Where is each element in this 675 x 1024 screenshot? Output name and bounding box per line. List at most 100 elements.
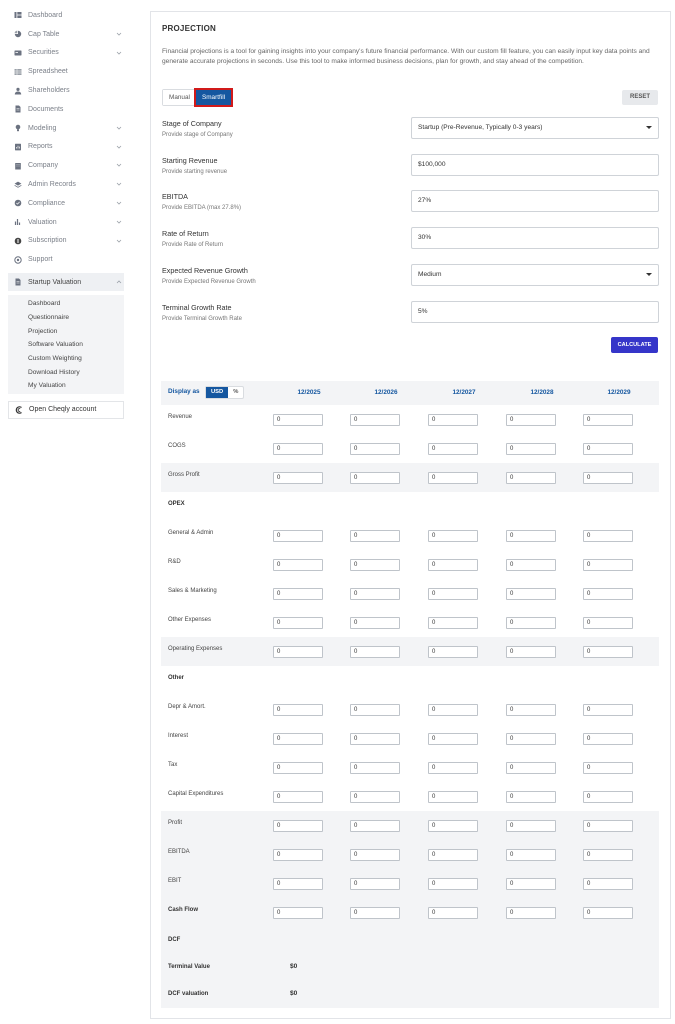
value-input[interactable]: 0 [506,588,556,600]
value-input[interactable]: 0 [350,733,400,745]
value-input[interactable]: 0 [350,559,400,571]
value-input[interactable]: 0 [583,704,633,716]
value-input[interactable]: 0 [506,414,556,426]
usd-toggle-button[interactable]: USD [206,387,229,398]
sidebar-item-spreadsheet[interactable]: Spreadsheet [8,62,124,81]
value-input[interactable]: 0 [583,472,633,484]
value-input[interactable]: 0 [583,733,633,745]
sidebar-item-admin-records[interactable]: Admin Records [8,175,124,194]
value-input[interactable]: 0 [350,820,400,832]
value-input[interactable]: 0 [350,704,400,716]
sidebar-item-startup-valuation[interactable]: Startup Valuation [8,273,124,292]
value-input[interactable]: 0 [583,414,633,426]
calculate-button[interactable]: CALCULATE [611,337,658,353]
value-input[interactable]: 0 [583,878,633,890]
value-input[interactable]: 0 [428,588,478,600]
sidebar-item-company[interactable]: Company [8,156,124,175]
value-input[interactable]: 0 [506,762,556,774]
value-input[interactable]: 0 [583,762,633,774]
value-input[interactable]: 0 [273,588,323,600]
value-input[interactable]: 0 [350,472,400,484]
value-input[interactable]: 0 [428,646,478,658]
value-input[interactable]: 0 [506,559,556,571]
value-input[interactable]: 0 [428,617,478,629]
value-input[interactable]: 0 [428,530,478,542]
value-input[interactable]: 0 [428,443,478,455]
value-input[interactable]: 0 [350,849,400,861]
value-input[interactable]: 0 [583,820,633,832]
value-input[interactable]: 0 [428,704,478,716]
sidebar-item-support[interactable]: Support [8,250,124,269]
sidebar-item-valuation[interactable]: Valuation [8,213,124,232]
submenu-item-custom-weighting[interactable]: Custom Weighting [8,352,124,366]
value-input[interactable]: 0 [428,849,478,861]
value-input[interactable]: 0 [350,414,400,426]
value-input[interactable]: 0 [506,733,556,745]
value-input[interactable]: 0 [583,443,633,455]
value-input[interactable]: 0 [583,646,633,658]
value-input[interactable]: 0 [273,530,323,542]
value-input[interactable]: 0 [583,849,633,861]
value-input[interactable]: 0 [273,791,323,803]
value-input[interactable]: 0 [273,704,323,716]
sidebar-item-reports[interactable]: Reports [8,138,124,157]
submenu-item-questionnaire[interactable]: Questionnaire [8,311,124,325]
value-input[interactable]: 0 [273,733,323,745]
value-input[interactable]: 0 [273,443,323,455]
submenu-item-my-valuation[interactable]: My Valuation [8,379,124,393]
value-input[interactable]: 0 [350,646,400,658]
stage-of-company-select[interactable]: Startup (Pre-Revenue, Typically 0-3 year… [411,117,659,139]
submenu-item-download-history[interactable]: Download History [8,366,124,380]
value-input[interactable]: 0 [273,414,323,426]
value-input[interactable]: 0 [350,530,400,542]
value-input[interactable]: 0 [273,617,323,629]
value-input[interactable]: 0 [428,791,478,803]
percent-toggle-button[interactable]: % [228,387,243,398]
sidebar-item-securities[interactable]: Securities [8,44,124,63]
value-input[interactable]: 0 [428,559,478,571]
value-input[interactable]: 0 [350,588,400,600]
terminal-growth-rate-input[interactable]: 5% [411,301,659,323]
value-input[interactable]: 0 [273,472,323,484]
value-input[interactable]: 0 [273,559,323,571]
value-input[interactable]: 0 [428,907,478,919]
sidebar-item-shareholders[interactable]: Shareholders [8,81,124,100]
value-input[interactable]: 0 [273,646,323,658]
value-input[interactable]: 0 [428,762,478,774]
value-input[interactable]: 0 [273,820,323,832]
value-input[interactable]: 0 [350,443,400,455]
value-input[interactable]: 0 [350,878,400,890]
value-input[interactable]: 0 [506,472,556,484]
value-input[interactable]: 0 [273,907,323,919]
sidebar-item-modeling[interactable]: Modeling [8,119,124,138]
value-input[interactable]: 0 [273,878,323,890]
value-input[interactable]: 0 [506,617,556,629]
value-input[interactable]: 0 [428,820,478,832]
rate-of-return-input[interactable]: 30% [411,227,659,249]
value-input[interactable]: 0 [506,704,556,716]
manual-mode-button[interactable]: Manual [163,90,196,105]
value-input[interactable]: 0 [350,791,400,803]
value-input[interactable]: 0 [506,443,556,455]
sidebar-item-cap-table[interactable]: Cap Table [8,25,124,44]
value-input[interactable]: 0 [583,791,633,803]
value-input[interactable]: 0 [506,878,556,890]
sidebar-item-documents[interactable]: Documents [8,100,124,119]
value-input[interactable]: 0 [350,907,400,919]
ebitda-input[interactable]: 27% [411,190,659,212]
submenu-item-dashboard[interactable]: Dashboard [8,297,124,311]
value-input[interactable]: 0 [506,849,556,861]
submenu-item-projection[interactable]: Projection [8,325,124,339]
value-input[interactable]: 0 [583,530,633,542]
value-input[interactable]: 0 [506,791,556,803]
expected-revenue-growth-select[interactable]: Medium [411,264,659,286]
sidebar-item-subscription[interactable]: Subscription [8,232,124,251]
value-input[interactable]: 0 [273,849,323,861]
value-input[interactable]: 0 [428,472,478,484]
value-input[interactable]: 0 [350,762,400,774]
value-input[interactable]: 0 [428,733,478,745]
value-input[interactable]: 0 [583,617,633,629]
value-input[interactable]: 0 [428,414,478,426]
value-input[interactable]: 0 [506,530,556,542]
open-cheqly-account-button[interactable]: Open Cheqly account [8,400,124,419]
